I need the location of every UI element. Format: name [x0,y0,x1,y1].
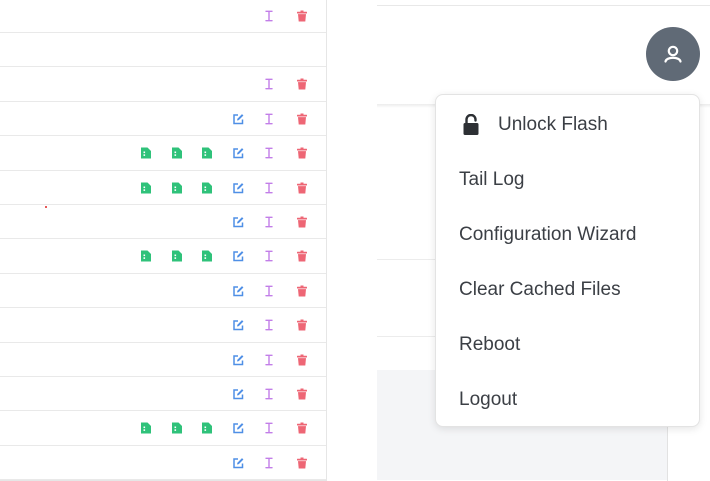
trash-icon[interactable] [297,147,307,159]
table-row [0,412,326,446]
text-cursor-icon[interactable] [265,78,275,90]
user-icon [664,45,682,63]
text-cursor-icon[interactable] [265,319,275,331]
menu-item-unlock-flash[interactable]: Unlock Flash [436,105,699,145]
menu-item-configuration-wizard[interactable]: Configuration Wizard [436,215,699,255]
table-row [0,240,326,274]
file-icon[interactable] [141,422,151,434]
file-icon[interactable] [172,182,182,193]
edit-icon[interactable] [233,457,244,468]
table-row [0,137,326,171]
text-cursor-icon[interactable] [265,10,275,21]
trash-icon[interactable] [297,113,307,125]
table-row [0,171,326,205]
file-icon[interactable] [202,250,212,262]
table-row [0,0,326,33]
file-icon[interactable] [172,147,182,159]
file-icon[interactable] [202,147,212,159]
trash-icon[interactable] [297,216,307,228]
edit-icon[interactable] [233,285,244,296]
table-row [0,102,326,137]
divider [377,259,435,260]
edit-icon[interactable] [233,216,244,228]
user-dropdown-menu: Unlock Flash Tail Log Configuration Wiza… [435,94,700,427]
divider [377,336,435,337]
menu-item-logout[interactable]: Logout [436,380,699,420]
file-icon[interactable] [202,182,212,193]
trash-icon[interactable] [297,422,307,434]
menu-item-label: Logout [459,389,518,410]
text-cursor-icon[interactable] [265,457,275,469]
text-cursor-icon[interactable] [265,422,275,434]
trash-icon[interactable] [297,182,307,193]
text-cursor-icon[interactable] [265,354,275,365]
lock-icon [463,114,479,135]
file-icon[interactable] [141,147,151,159]
trash-icon[interactable] [297,285,307,297]
trash-icon[interactable] [297,10,307,21]
file-icon[interactable] [202,422,212,434]
menu-item-label: Unlock Flash [498,114,608,135]
table-row [0,68,326,102]
user-menu-button[interactable] [646,27,700,81]
edit-icon[interactable] [233,354,244,365]
menu-item-clear-cached-files[interactable]: Clear Cached Files [436,270,699,310]
trash-icon[interactable] [297,457,307,469]
menu-item-label: Reboot [459,334,521,355]
text-cursor-icon[interactable] [265,113,275,125]
text-cursor-icon[interactable] [265,388,275,400]
divider [377,5,710,6]
edit-icon[interactable] [233,251,244,262]
table-row [0,33,326,68]
text-cursor-icon[interactable] [265,216,275,228]
file-icon[interactable] [141,182,151,193]
menu-item-tail-log[interactable]: Tail Log [436,160,699,200]
edit-icon[interactable] [233,320,244,331]
trash-icon[interactable] [297,250,307,262]
table-row [0,274,326,309]
files-table [0,0,327,481]
edit-icon[interactable] [233,388,244,400]
trash-icon[interactable] [297,78,307,90]
trash-icon[interactable] [297,388,307,400]
edit-icon[interactable] [233,148,244,159]
file-icon[interactable] [141,250,151,262]
trash-icon[interactable] [297,319,307,331]
trash-icon[interactable] [297,354,307,365]
marker-dot [45,206,47,208]
table-row [0,309,326,343]
menu-item-label: Tail Log [459,169,525,190]
edit-icon[interactable] [233,113,244,124]
table-row [0,205,326,240]
text-cursor-icon[interactable] [265,250,275,262]
menu-item-label: Clear Cached Files [459,279,621,300]
table-row [0,343,326,377]
table-row [0,377,326,412]
text-cursor-icon[interactable] [265,147,275,159]
file-icon[interactable] [172,422,182,434]
file-icon[interactable] [172,250,182,262]
menu-item-reboot[interactable]: Reboot [436,325,699,365]
text-cursor-icon[interactable] [265,182,275,193]
text-cursor-icon[interactable] [265,285,275,297]
edit-icon[interactable] [233,423,244,434]
table-row [0,446,326,481]
menu-item-label: Configuration Wizard [459,224,637,245]
edit-icon[interactable] [233,182,244,193]
